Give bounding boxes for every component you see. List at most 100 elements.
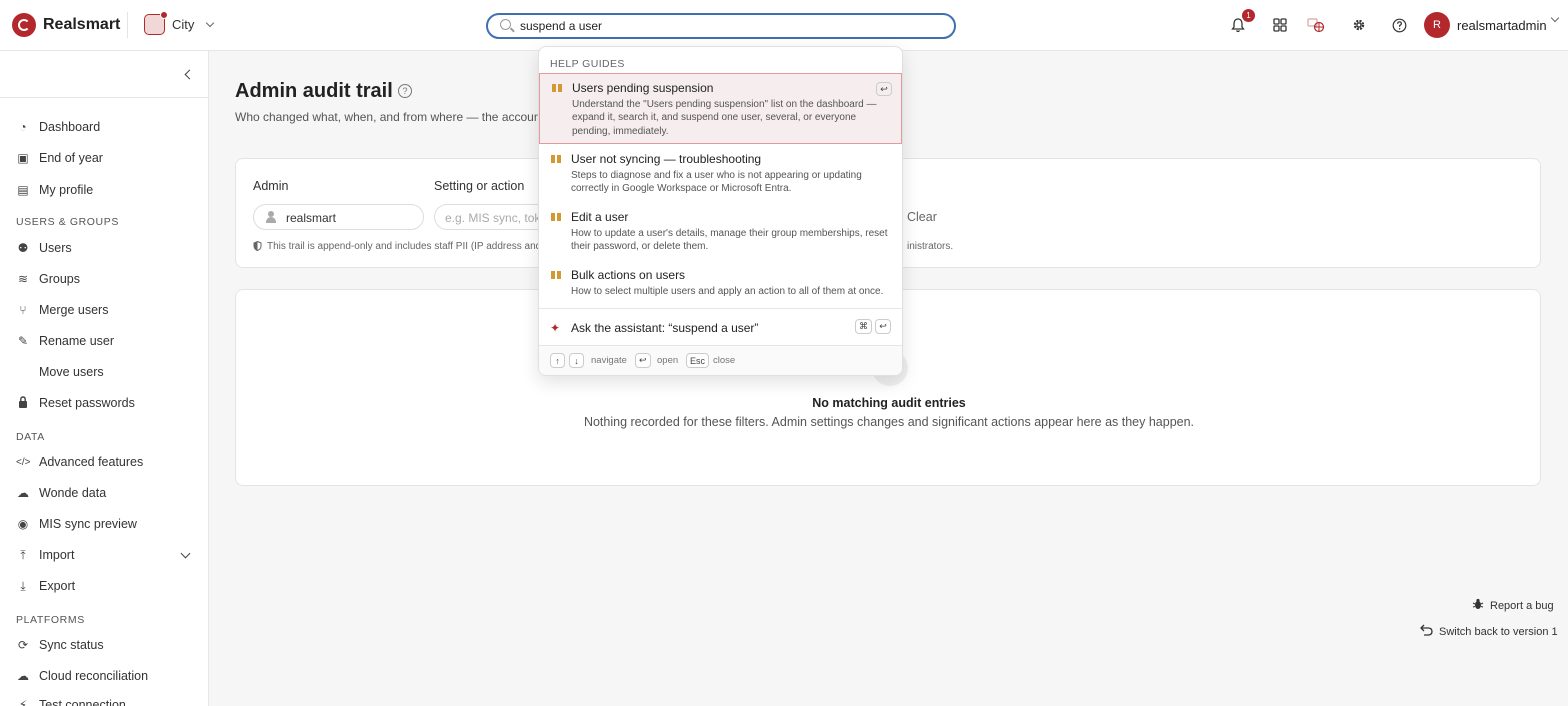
pii-notice: This trail is append-only and includes s… — [253, 241, 543, 254]
realsmart-logo-icon — [12, 13, 36, 37]
empty-state-description: Nothing recorded for these filters. Admi… — [583, 415, 1195, 429]
avatar[interactable]: R — [1424, 12, 1450, 38]
arrow-up-key-icon: ↑ — [550, 353, 565, 368]
app-name: Realsmart — [43, 16, 121, 33]
search-results-dropdown: HELP GUIDES Users pending suspension Und… — [538, 46, 903, 376]
help-guide-result[interactable]: User not syncing — troubleshooting Steps… — [539, 145, 902, 201]
switch-version-button[interactable]: Switch back to version 1 — [1420, 624, 1558, 639]
apps-grid-icon[interactable] — [1271, 16, 1289, 34]
chevron-down-icon — [206, 18, 215, 27]
open-hint: open — [657, 355, 679, 366]
sidebar-item-test-connection[interactable]: ⚡ Test connection — [16, 696, 126, 706]
sidebar-item-label: Wonde data — [39, 486, 107, 500]
sidebar-item-export[interactable]: ⤓ Export — [16, 577, 75, 595]
page-subtitle: Who changed what, when, and from where —… — [235, 110, 545, 124]
report-bug-label: Report a bug — [1490, 599, 1554, 612]
sidebar-item-label: My profile — [39, 183, 94, 197]
org-icon — [144, 11, 168, 35]
sidebar-item-advanced-features[interactable]: </> Advanced features — [16, 453, 143, 471]
enter-key-icon: ↩ — [875, 319, 891, 334]
sidebar-item-users[interactable]: ⚉ Users — [16, 239, 72, 257]
sidebar-item-my-profile[interactable]: ▤ My profile — [16, 181, 93, 199]
result-title: User not syncing — troubleshooting — [571, 152, 762, 166]
sidebar-item-label: End of year — [39, 151, 103, 165]
cloud-download-icon: ☁ — [17, 486, 29, 500]
sidebar-item-merge-users[interactable]: ⑂ Merge users — [16, 301, 108, 319]
person-icon — [266, 211, 276, 223]
cloud-upload-icon: ☁ — [17, 669, 29, 683]
help-guide-result[interactable]: Bulk actions on users How to select mult… — [539, 261, 902, 305]
download-icon: ⤓ — [20, 578, 26, 593]
sidebar-item-label: Sync status — [39, 638, 104, 652]
result-description: How to select multiple users and apply a… — [571, 286, 884, 297]
result-description: How to update a user's details, manage t… — [571, 228, 888, 253]
username[interactable]: realsmartadmin — [1457, 18, 1547, 33]
sidebar-item-mis-sync-preview[interactable]: ◉ MIS sync preview — [16, 515, 137, 533]
undo-icon — [1420, 624, 1433, 639]
clear-filters-button[interactable]: Clear — [907, 210, 937, 224]
lock-icon — [16, 395, 30, 411]
help-guide-result[interactable]: Edit a user How to update a user's detai… — [539, 203, 902, 259]
help-guide-result[interactable]: Users pending suspension Understand the … — [539, 73, 902, 144]
sidebar-item-end-of-year[interactable]: ▣ End of year — [16, 149, 103, 167]
shield-icon — [253, 241, 262, 254]
result-description: Steps to diagnose and fix a user who is … — [571, 170, 862, 195]
divider — [0, 97, 208, 98]
section-platforms: PLATFORMS — [16, 614, 85, 626]
section-users-groups: USERS & GROUPS — [16, 216, 119, 228]
sidebar-item-label: Groups — [39, 272, 80, 286]
sidebar: ◔ Dashboard ▣ End of year ▤ My profile U… — [0, 51, 209, 706]
sidebar-item-label: Import — [39, 548, 75, 562]
notification-badge: 1 — [1242, 9, 1255, 22]
enter-key-icon: ↩ — [635, 353, 651, 368]
global-search[interactable] — [486, 13, 956, 39]
book-icon — [552, 84, 562, 92]
keyboard-hints: ↑ ↓ navigate ↩ open Esc close — [539, 346, 902, 375]
admin-filter-field[interactable]: realsmart — [253, 204, 424, 230]
org-switcher[interactable]: City — [144, 11, 215, 35]
collapse-sidebar-icon[interactable] — [184, 69, 195, 80]
eye-icon: ◉ — [17, 517, 29, 531]
layers-icon: ≋ — [17, 272, 29, 286]
pii-notice-text: This trail is append-only and includes s… — [267, 241, 542, 252]
sidebar-item-cloud-reconciliation[interactable]: ☁ Cloud reconciliation — [16, 667, 148, 685]
result-description: Understand the "Users pending suspension… — [572, 99, 877, 137]
result-title: Users pending suspension — [572, 81, 714, 95]
sidebar-item-sync-status[interactable]: ⟳ Sync status — [16, 636, 104, 654]
top-bar: Realsmart City 1 R realsmartadmin — [0, 0, 1568, 51]
gear-icon[interactable] — [1350, 16, 1368, 34]
book-icon — [551, 271, 561, 279]
ask-assistant-button[interactable]: ✦ Ask the assistant: “suspend a user” ⌘ … — [539, 310, 902, 344]
enter-key-icon: ↩ — [876, 82, 892, 96]
setting-action-label: Setting or action — [434, 179, 525, 193]
sidebar-item-rename-user[interactable]: ✎ Rename user — [16, 332, 114, 350]
sparkle-icon: ✦ — [550, 321, 561, 335]
setting-action-field[interactable]: e.g. MIS sync, toke — [434, 204, 544, 230]
sidebar-item-dashboard[interactable]: ◔ Dashboard — [16, 118, 100, 136]
chevron-down-icon[interactable] — [1550, 13, 1560, 23]
report-bug-button[interactable]: Report a bug — [1472, 598, 1554, 613]
merge-icon: ⑂ — [19, 303, 27, 317]
close-hint: close — [713, 355, 736, 366]
chevron-down-icon[interactable] — [180, 548, 191, 559]
search-input[interactable] — [520, 17, 940, 35]
sidebar-item-wonde-data[interactable]: ☁ Wonde data — [16, 484, 106, 502]
org-status-dot — [160, 11, 168, 19]
sidebar-item-move-users[interactable]: Move users — [16, 363, 104, 381]
sidebar-item-label: Export — [39, 579, 76, 593]
globe-icon[interactable] — [1307, 16, 1325, 34]
result-title: Bulk actions on users — [571, 268, 686, 282]
code-icon: </> — [16, 456, 31, 468]
sidebar-item-label: Rename user — [39, 334, 115, 348]
sidebar-item-reset-passwords[interactable]: Reset passwords — [16, 394, 135, 412]
bug-icon — [1472, 598, 1484, 613]
command-key-icon: ⌘ — [855, 319, 872, 334]
app-logo[interactable]: Realsmart — [12, 13, 120, 37]
dashboard-icon: ◔ — [19, 120, 27, 134]
help-icon[interactable] — [1390, 16, 1408, 34]
sidebar-item-groups[interactable]: ≋ Groups — [16, 270, 80, 288]
user-edit-icon: ✎ — [17, 334, 29, 348]
sidebar-item-import[interactable]: ⤒ Import — [16, 546, 74, 564]
help-icon[interactable]: ? — [398, 84, 412, 98]
sidebar-item-label: Dashboard — [39, 120, 101, 134]
